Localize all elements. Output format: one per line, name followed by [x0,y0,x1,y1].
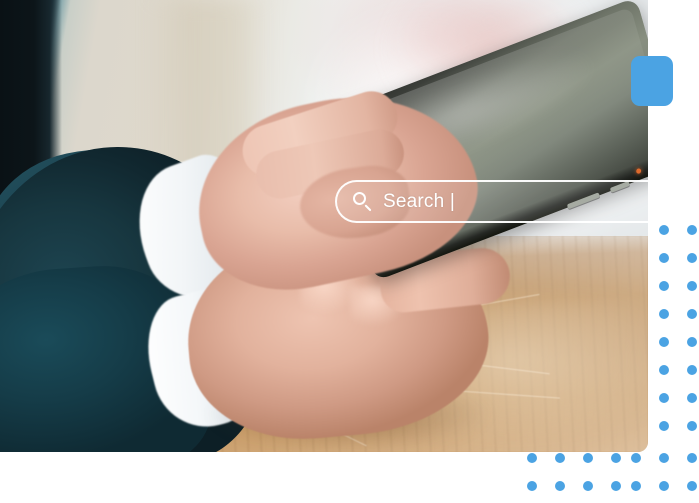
decorative-dot [527,481,537,491]
decorative-dot [687,453,697,463]
decorative-dot [687,421,697,431]
decorative-dot [631,453,641,463]
decorative-dot [687,365,697,375]
decorative-dot [659,225,669,235]
decorative-dot [659,365,669,375]
decorative-dot [611,481,621,491]
decorative-dot [659,453,669,463]
decorative-dot [659,421,669,431]
decorative-dot [687,393,697,403]
decorative-dot [659,393,669,403]
decorative-dot [687,225,697,235]
decorative-dot [631,481,641,491]
decorative-dot [687,337,697,347]
decorative-dot [659,337,669,347]
search-bar[interactable]: Search | [335,180,665,223]
decorative-dot [687,481,697,491]
decorative-dot [659,481,669,491]
decorative-dot [583,453,593,463]
decorative-dot [659,253,669,263]
decorative-dot [583,481,593,491]
search-icon-handle [363,204,372,212]
search-icon [353,192,372,212]
decorative-dot [659,309,669,319]
decorative-dot [611,453,621,463]
decorative-dot [687,253,697,263]
search-input-text[interactable]: Search | [383,191,455,213]
decorative-dot [687,281,697,291]
decorative-dot [687,309,697,319]
accent-rounded-rectangle [631,56,673,106]
decorative-dot [527,453,537,463]
search-icon-ring [353,192,366,205]
hero-photo [0,0,648,452]
poster-canvas: Search | [0,0,699,503]
decorative-dot [555,481,565,491]
decorative-dot [555,453,565,463]
decorative-dot [659,281,669,291]
